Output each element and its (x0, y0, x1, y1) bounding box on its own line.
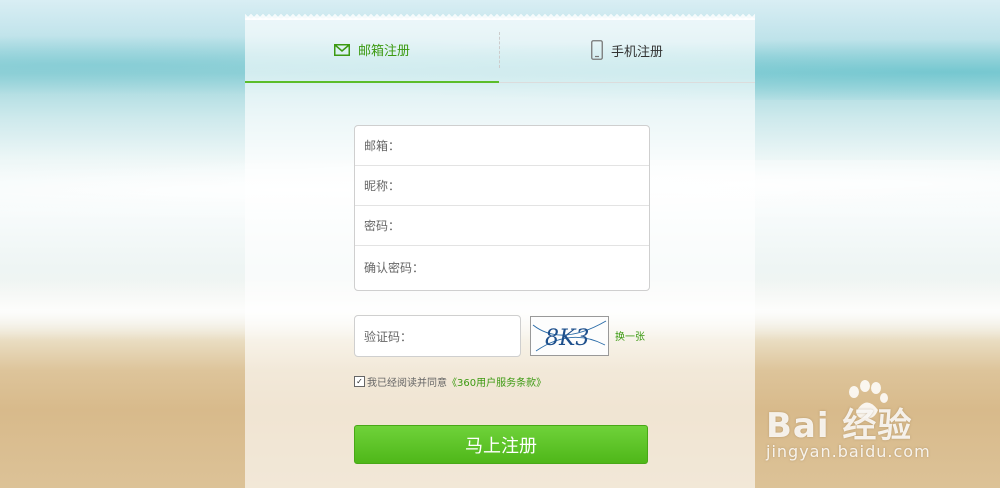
tab-phone-label: 手机注册 (610, 44, 663, 60)
nickname-label: 昵称： (364, 179, 401, 193)
email-label: 邮箱： (364, 139, 401, 153)
tab-phone-register[interactable]: 手机注册 (500, 18, 754, 82)
password-label: 密码： (364, 219, 401, 233)
nickname-input[interactable] (404, 169, 649, 202)
password-input[interactable] (404, 209, 649, 242)
email-input[interactable] (404, 129, 649, 162)
mobile-phone-icon (591, 40, 603, 60)
captcha-input[interactable] (416, 327, 501, 345)
confirm-password-label: 确认密码： (364, 260, 425, 275)
confirm-password-field[interactable]: 确认密码： (355, 246, 649, 288)
registration-panel: 邮箱注册 手机注册 邮箱： 昵称： 密码： 确认密码： 验证码： 8K3 换一张… (245, 14, 755, 488)
refresh-captcha-link[interactable]: 换一张 (615, 328, 645, 343)
terms-agreement: ✓ 我已经阅读并同意 《360用户服务条款》 (354, 374, 546, 389)
watermark-url: jingyan.baidu.com (766, 442, 931, 461)
baidu-jingyan-watermark: Bai 经验 jingyan.baidu.com (766, 380, 956, 465)
envelope-icon (333, 43, 350, 56)
agree-text: 我已经阅读并同意 (367, 378, 447, 389)
email-field[interactable]: 邮箱： (355, 126, 649, 166)
captcha-label: 验证码： (364, 329, 413, 344)
register-button[interactable]: 马上注册 (354, 425, 648, 464)
tab-bar: 邮箱注册 手机注册 (245, 18, 755, 83)
terms-checkbox[interactable]: ✓ (354, 376, 365, 387)
confirm-password-input[interactable] (428, 251, 649, 283)
tab-email-label: 邮箱注册 (357, 44, 410, 59)
captcha-field[interactable]: 验证码： (354, 315, 521, 357)
tab-email-register[interactable]: 邮箱注册 (245, 18, 499, 83)
captcha-text: 8K3 (545, 326, 589, 351)
watermark-brand: Bai 经验 (766, 406, 913, 446)
password-field[interactable]: 密码： (355, 206, 649, 246)
nickname-field[interactable]: 昵称： (355, 166, 649, 206)
registration-fields: 邮箱： 昵称： 密码： 确认密码： (354, 125, 650, 291)
terms-link[interactable]: 《360用户服务条款》 (447, 374, 546, 389)
captcha-image[interactable]: 8K3 (530, 316, 609, 356)
